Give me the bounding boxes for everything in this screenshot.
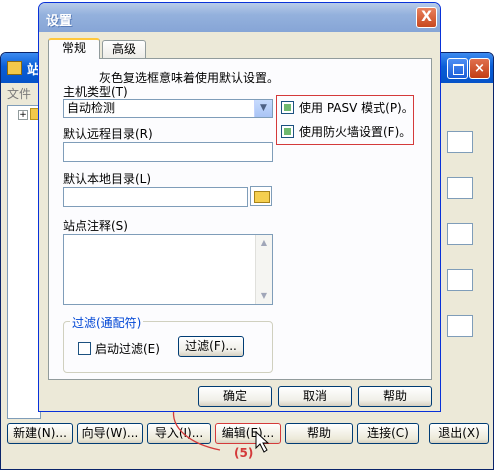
general-panel: 灰色复选框意味着使用默认设置。 主机类型(T) 自动检测 ▼ 使用 PASV 模… bbox=[48, 58, 432, 380]
help-button[interactable]: 帮助 bbox=[285, 423, 353, 444]
tab-general[interactable]: 常规 bbox=[48, 38, 100, 59]
host-type-select[interactable]: 自动检测 ▼ bbox=[63, 99, 273, 118]
browse-folder-button[interactable] bbox=[250, 186, 272, 206]
dialog-close-button[interactable]: X bbox=[416, 7, 437, 28]
cancel-button[interactable]: 取消 bbox=[278, 386, 352, 407]
remote-dir-input[interactable] bbox=[63, 142, 273, 162]
side-field-5[interactable] bbox=[447, 315, 473, 337]
enable-filter-label: 启动过滤(E) bbox=[95, 342, 160, 356]
notes-scrollbar[interactable]: ▲ ▼ bbox=[255, 235, 272, 304]
folder-icon bbox=[254, 191, 270, 203]
side-field-2[interactable] bbox=[447, 177, 473, 199]
notes-label: 站点注释(S) bbox=[63, 219, 128, 233]
settings-titlebar: 设置 X bbox=[39, 3, 440, 32]
firewall-label: 使用防火墙设置(F)。 bbox=[299, 125, 412, 139]
new-button[interactable]: 新建(N)... bbox=[7, 423, 73, 444]
pasv-checkbox[interactable] bbox=[281, 101, 294, 114]
pasv-label: 使用 PASV 模式(P)。 bbox=[299, 101, 414, 115]
scroll-down-icon[interactable]: ▼ bbox=[256, 288, 272, 304]
remote-dir-label: 默认远程目录(R) bbox=[63, 127, 153, 141]
expand-icon[interactable]: + bbox=[18, 110, 28, 120]
filter-group: 过滤(通配符) 启动过滤(E) 过滤(F)... bbox=[63, 314, 273, 373]
help-button[interactable]: 帮助 bbox=[358, 386, 432, 407]
menu-file[interactable]: 文件 bbox=[7, 85, 31, 102]
app-icon bbox=[7, 61, 22, 75]
maximize-icon bbox=[453, 64, 464, 75]
host-type-value: 自动检测 bbox=[67, 101, 116, 115]
maximize-button[interactable] bbox=[447, 58, 468, 79]
close-icon: × bbox=[474, 61, 485, 76]
settings-dialog: 设置 X 常规 高级 灰色复选框意味着使用默认设置。 主机类型(T) 自动检测 … bbox=[38, 2, 441, 412]
host-type-label: 主机类型(T) bbox=[63, 85, 128, 99]
site-tree[interactable]: + bbox=[7, 105, 42, 419]
side-field-1[interactable] bbox=[447, 131, 473, 153]
exit-button[interactable]: 退出(X) bbox=[429, 423, 489, 444]
dialog-body: 常规 高级 灰色复选框意味着使用默认设置。 主机类型(T) 自动检测 ▼ 使用 … bbox=[42, 32, 437, 408]
scroll-up-icon[interactable]: ▲ bbox=[256, 235, 272, 251]
default-mark bbox=[284, 128, 291, 135]
enable-filter-checkbox[interactable] bbox=[78, 342, 91, 355]
window-close-button[interactable]: × bbox=[469, 58, 490, 79]
ok-button[interactable]: 确定 bbox=[198, 386, 272, 407]
default-mark bbox=[284, 104, 291, 111]
chevron-down-icon[interactable]: ▼ bbox=[254, 100, 272, 117]
wizard-button[interactable]: 向导(W)... bbox=[77, 423, 143, 444]
filter-button[interactable]: 过滤(F)... bbox=[178, 336, 244, 357]
connect-button[interactable]: 连接(C) bbox=[357, 423, 419, 444]
firewall-checkbox[interactable] bbox=[281, 125, 294, 138]
tab-advanced[interactable]: 高级 bbox=[102, 40, 146, 59]
dialog-title: 设置 bbox=[46, 14, 73, 29]
side-field-3[interactable] bbox=[447, 223, 473, 245]
side-field-4[interactable] bbox=[447, 269, 473, 291]
close-icon: X bbox=[421, 9, 432, 25]
notes-textarea[interactable]: ▲ ▼ bbox=[63, 234, 273, 305]
local-dir-label: 默认本地目录(L) bbox=[63, 172, 152, 186]
filter-group-title: 过滤(通配符) bbox=[70, 314, 144, 331]
local-dir-input[interactable] bbox=[63, 187, 248, 207]
